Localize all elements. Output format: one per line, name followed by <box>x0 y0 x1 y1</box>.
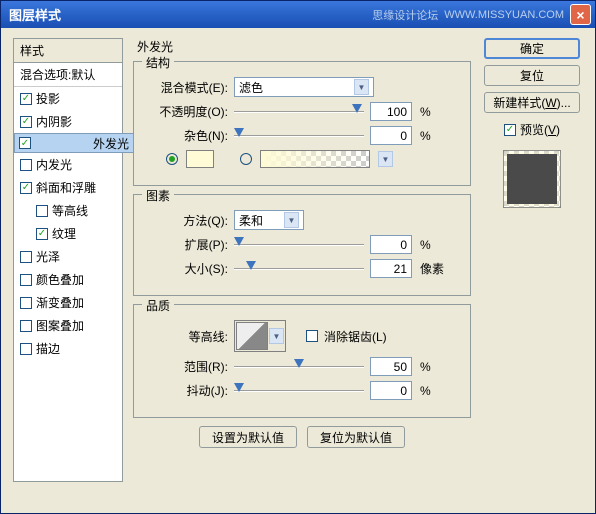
default-buttons-row: 设置为默认值 复位为默认值 <box>133 426 471 448</box>
layer-style-dialog: 图层样式 思缘设计论坛 WWW.MISSYUAN.COM × 样式 混合选项:默… <box>0 0 596 514</box>
style-item-纹理[interactable]: ✓纹理 <box>14 222 122 245</box>
reset-default-button[interactable]: 复位为默认值 <box>307 426 405 448</box>
px-label: 像素 <box>420 260 444 277</box>
checkbox[interactable]: ✓ <box>20 182 32 194</box>
checkbox[interactable] <box>20 320 32 332</box>
chevron-down-icon: ▼ <box>269 328 284 344</box>
opacity-slider[interactable] <box>234 104 364 120</box>
checkbox[interactable] <box>20 297 32 309</box>
structure-group: 结构 混合模式(E): 滤色▼ 不透明度(O): 100 % 杂色(N): 0 … <box>133 61 471 186</box>
settings-panel: 外发光 结构 混合模式(E): 滤色▼ 不透明度(O): 100 % 杂色(N)… <box>133 38 471 503</box>
style-item-外发光[interactable]: ✓外发光 <box>14 133 134 153</box>
style-item-内发光[interactable]: 内发光 <box>14 153 122 176</box>
blend-mode-select[interactable]: 滤色▼ <box>234 77 374 97</box>
preview-checkbox[interactable]: ✓ <box>504 124 516 136</box>
contour-label: 等高线: <box>146 328 228 345</box>
range-label: 范围(R): <box>146 358 228 375</box>
spread-label: 扩展(P): <box>146 236 228 253</box>
size-slider[interactable] <box>234 261 364 277</box>
jitter-label: 抖动(J): <box>146 382 228 399</box>
checkbox[interactable]: ✓ <box>20 93 32 105</box>
preview-toggle[interactable]: ✓ 预览(V) <box>504 121 560 138</box>
blend-mode-label: 混合模式(E): <box>146 79 228 96</box>
gradient-radio[interactable] <box>240 153 252 165</box>
client-area: 样式 混合选项:默认 ✓投影✓内阴影✓外发光内发光✓斜面和浮雕等高线✓纹理光泽颜… <box>1 28 595 513</box>
color-radio[interactable] <box>166 153 178 165</box>
header-site: 思缘设计论坛 <box>372 7 438 23</box>
blending-options-item[interactable]: 混合选项:默认 <box>14 63 122 87</box>
structure-legend: 结构 <box>142 54 174 71</box>
opacity-input[interactable]: 100 <box>370 102 412 121</box>
styles-panel: 样式 混合选项:默认 ✓投影✓内阴影✓外发光内发光✓斜面和浮雕等高线✓纹理光泽颜… <box>13 38 123 503</box>
new-style-button[interactable]: 新建样式(W)... <box>484 92 580 113</box>
style-item-图案叠加[interactable]: 图案叠加 <box>14 314 122 337</box>
range-slider[interactable] <box>234 359 364 375</box>
header-url: WWW.MISSYUAN.COM <box>444 9 564 21</box>
preview-swatch <box>503 150 561 208</box>
checkbox[interactable] <box>36 205 48 217</box>
window-title: 图层样式 <box>5 5 372 24</box>
make-default-button[interactable]: 设置为默认值 <box>199 426 297 448</box>
style-item-渐变叠加[interactable]: 渐变叠加 <box>14 291 122 314</box>
checkbox[interactable]: ✓ <box>19 137 31 149</box>
chevron-down-icon[interactable]: ▼ <box>378 151 393 167</box>
color-swatch[interactable] <box>186 150 214 168</box>
size-label: 大小(S): <box>146 260 228 277</box>
checkbox[interactable] <box>20 159 32 171</box>
styles-header: 样式 <box>13 38 123 62</box>
contour-picker[interactable]: ▼ <box>234 320 286 352</box>
quality-legend: 品质 <box>142 297 174 314</box>
checkbox[interactable] <box>20 274 32 286</box>
checkbox[interactable] <box>20 251 32 263</box>
noise-input[interactable]: 0 <box>370 126 412 145</box>
spread-slider[interactable] <box>234 237 364 253</box>
close-button[interactable]: × <box>570 4 591 25</box>
style-item-颜色叠加[interactable]: 颜色叠加 <box>14 268 122 291</box>
range-input[interactable]: 50 <box>370 357 412 376</box>
chevron-down-icon: ▼ <box>284 212 299 228</box>
quality-group: 品质 等高线: ▼ 消除锯齿(L) 范围(R): 50 % 抖动(J): <box>133 304 471 418</box>
size-input[interactable]: 21 <box>370 259 412 278</box>
technique-label: 方法(Q): <box>146 212 228 229</box>
preview-label: 预览(V) <box>520 121 560 138</box>
checkbox[interactable]: ✓ <box>36 228 48 240</box>
noise-label: 杂色(N): <box>146 127 228 144</box>
style-item-投影[interactable]: ✓投影 <box>14 87 122 110</box>
ok-button[interactable]: 确定 <box>484 38 580 59</box>
technique-select[interactable]: 柔和▼ <box>234 210 304 230</box>
action-panel: 确定 复位 新建样式(W)... ✓ 预览(V) <box>481 38 583 503</box>
style-item-斜面和浮雕[interactable]: ✓斜面和浮雕 <box>14 176 122 199</box>
styles-list: 混合选项:默认 ✓投影✓内阴影✓外发光内发光✓斜面和浮雕等高线✓纹理光泽颜色叠加… <box>13 62 123 482</box>
opacity-label: 不透明度(O): <box>146 103 228 120</box>
noise-slider[interactable] <box>234 128 364 144</box>
antialias-checkbox[interactable] <box>306 330 318 342</box>
checkbox[interactable] <box>20 343 32 355</box>
elements-legend: 图素 <box>142 187 174 204</box>
titlebar: 图层样式 思缘设计论坛 WWW.MISSYUAN.COM × <box>1 1 595 28</box>
elements-group: 图素 方法(Q): 柔和▼ 扩展(P): 0 % 大小(S): 21 像素 <box>133 194 471 296</box>
spread-input[interactable]: 0 <box>370 235 412 254</box>
chevron-down-icon: ▼ <box>354 79 369 95</box>
antialias-label: 消除锯齿(L) <box>324 328 387 345</box>
jitter-input[interactable]: 0 <box>370 381 412 400</box>
cancel-button[interactable]: 复位 <box>484 65 580 86</box>
panel-title: 外发光 <box>137 38 471 55</box>
jitter-slider[interactable] <box>234 383 364 399</box>
gradient-swatch[interactable] <box>260 150 370 168</box>
style-item-等高线[interactable]: 等高线 <box>14 199 122 222</box>
style-item-内阴影[interactable]: ✓内阴影 <box>14 110 122 133</box>
style-item-光泽[interactable]: 光泽 <box>14 245 122 268</box>
style-item-描边[interactable]: 描边 <box>14 337 122 360</box>
checkbox[interactable]: ✓ <box>20 116 32 128</box>
